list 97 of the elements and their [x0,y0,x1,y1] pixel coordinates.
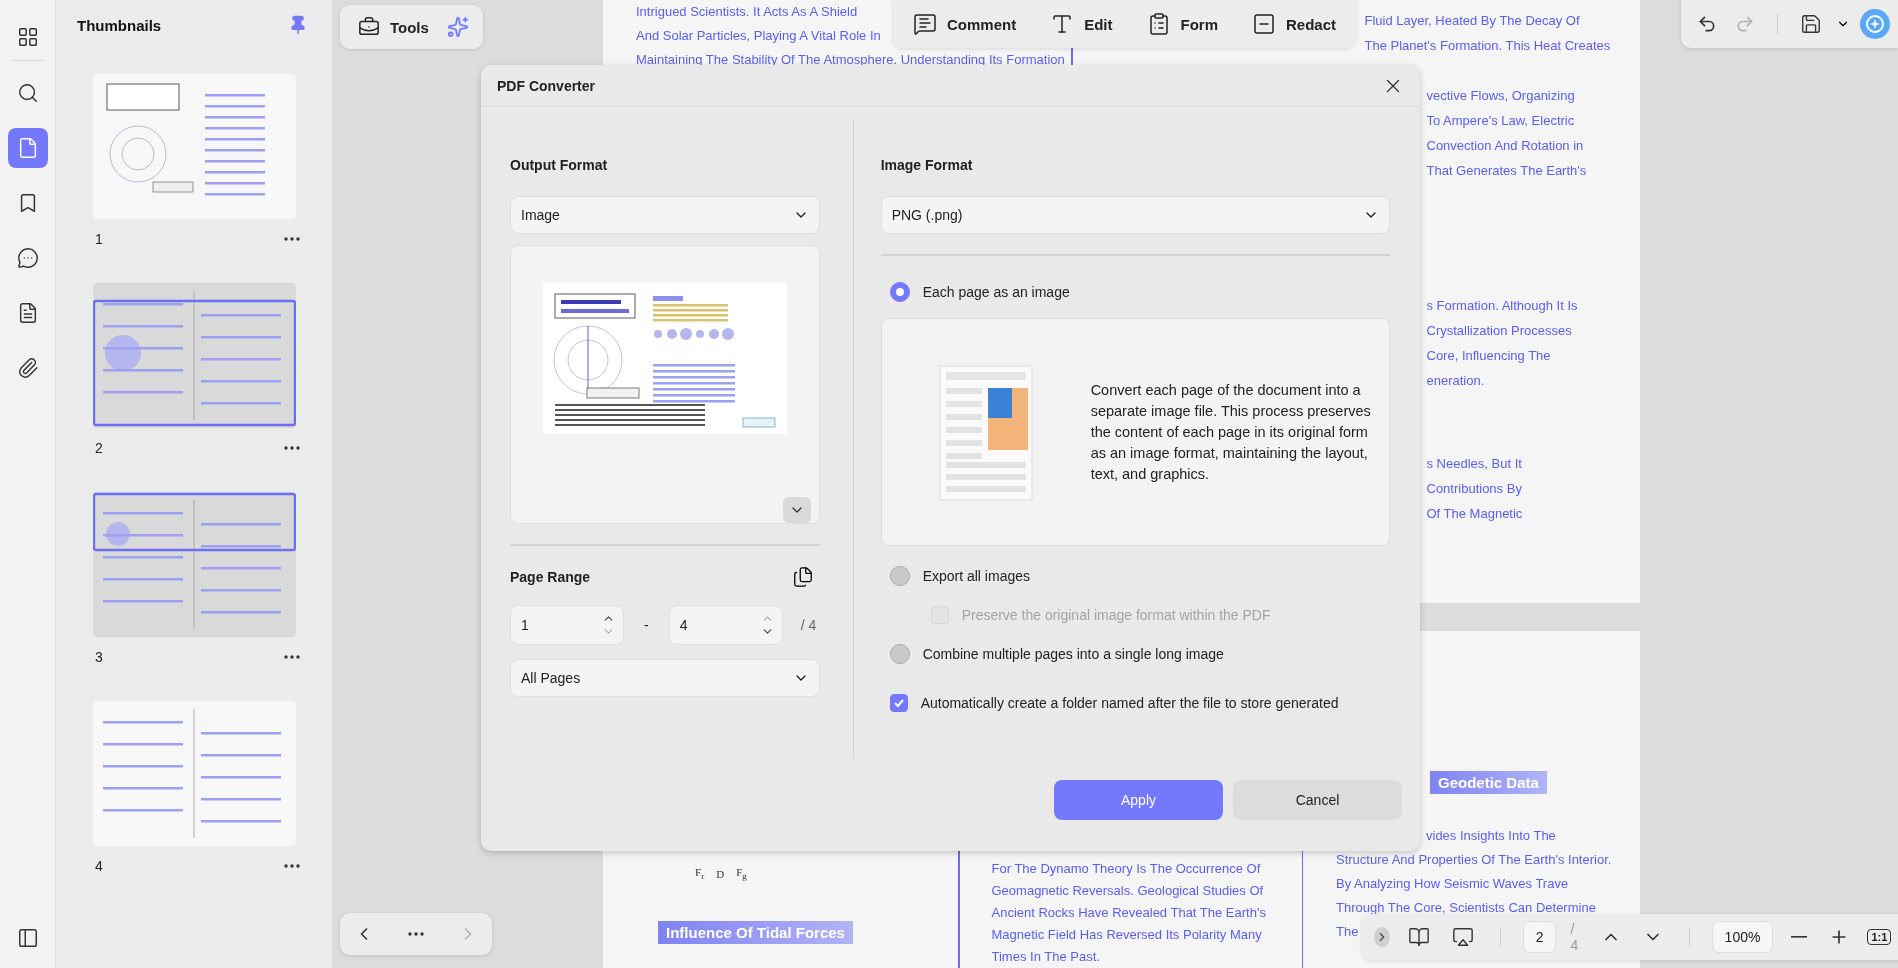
document-text: The [1336,923,1359,941]
document-text: Contributions By [1426,480,1522,498]
page-field[interactable]: 2 [1522,921,1557,953]
zoom-field[interactable]: 100% [1711,921,1774,953]
document-text: eneration. [1426,372,1485,390]
document-text: s Needles, But It [1426,455,1522,473]
option-label[interactable]: Combine multiple pages into a single long image [922,646,1224,662]
document-text: For The Dynamo Theory Is The Occurrence Of [991,860,1261,878]
page-total: / 4 [800,617,817,633]
redact-tool[interactable]: Redact [1244,6,1345,42]
output-format-select[interactable]: Image [510,196,820,234]
more-icon[interactable] [284,864,300,868]
document-text: The Planet's Formation. This Heat Creates [1364,37,1611,55]
page-number: 3 [95,649,103,665]
expand-preview-button[interactable] [782,497,811,523]
section-label: Output Format [510,156,609,175]
page-range-select[interactable]: All Pages [510,659,820,697]
book-icon [1407,926,1430,948]
form-tool[interactable]: Form [1138,6,1226,42]
page-to-field[interactable]: 4 [668,605,783,645]
more-icon [408,932,424,936]
image-format-select[interactable]: PNG (.png) [880,196,1390,234]
page-thumbnail[interactable] [93,283,296,428]
document-text: s Formation. Although It Is [1426,297,1578,315]
comment-icon [16,247,39,269]
pin-icon[interactable] [288,15,308,35]
document-text: Magnetic Field Has Reversed Its Polarity Many [991,926,1262,944]
document-text: Intrigued Scientists. It Acts As A Shield [636,3,858,21]
document-text: Crystallization Processes [1426,322,1572,340]
document-text: Ancient Rocks Have Revealed That The Earth's [991,904,1266,922]
edit-tool[interactable]: Edit [1042,6,1121,42]
panel-title: Thumbnails [77,16,162,34]
document-text: And Solar Particles, Playing A Vital Role In [636,27,881,45]
document-text: vides Insights Into The [1426,827,1556,845]
search-icon [16,82,39,104]
dialog-title: PDF Converter [497,77,596,94]
redo-icon [1735,14,1755,34]
page-thumbnail[interactable] [93,74,296,219]
sparkle-icon [446,16,469,38]
radio-button[interactable] [889,566,910,586]
document-text: By Analyzing How Seismic Waves Trave [1336,875,1569,893]
more-icon[interactable] [284,446,300,450]
option-label[interactable]: Automatically create a folder named after the file to store generated [920,695,1339,711]
range-separator: - [644,617,649,633]
page-thumbnail[interactable] [93,701,296,846]
document-text: Convection And Rotation in [1426,137,1584,155]
redact-icon [1252,12,1276,36]
document-text: Maintaining The Stability Of The Atmosphere. Understanding Its Formation [636,51,1065,69]
save-icon [1800,13,1822,35]
screen-icon [1451,926,1474,948]
document-text: Core, Influencing The [1426,347,1551,365]
document-text: Fluid Layer, Heated By The Decay Of [1364,12,1580,30]
more-icon[interactable] [284,655,300,659]
grid-icon [16,26,39,48]
section-label: Image Format [880,156,974,175]
undo-icon [1697,14,1717,34]
comment-tool[interactable]: Comment [905,6,1025,42]
document-text: Structure And Properties Of The Earth's Interior. [1336,851,1612,869]
sidebar-icon [16,927,39,949]
page-number: 2 [95,440,103,456]
document-text: That Generates The Earth's [1426,162,1587,180]
paperclip-icon [16,357,39,379]
section-heading: Geodetic Data [1430,771,1547,794]
section-label: Page Range [510,568,591,587]
tools-button[interactable]: Tools [350,10,437,44]
apply-button[interactable]: Apply [1054,780,1223,820]
radio-button[interactable] [889,644,910,664]
document-text: Through The Core, Scientists Can Determine [1336,899,1596,917]
document-text: Of The Magnetic [1426,505,1523,523]
page-total: / 4 [1570,921,1580,953]
option-label[interactable]: Each page as an image [922,284,1070,300]
toolbox-icon [358,16,380,38]
diagram-label: D [716,867,725,880]
document-text: vective Flows, Organizing [1426,87,1575,105]
check-icon [892,697,905,709]
checkbox[interactable] [889,694,908,712]
page-thumbnail[interactable] [93,492,296,637]
page-number: 1 [95,231,103,247]
expand-button[interactable] [1374,927,1390,947]
cancel-button[interactable]: Cancel [1233,780,1402,820]
diagram-label: F$_{g}$ [736,866,747,882]
option-label[interactable]: Export all images [922,568,1030,584]
document-text: To Ampere's Law, Electric [1426,112,1575,130]
document-text: Times In The Past. [991,948,1100,966]
page-number: 4 [95,858,103,874]
page-from-field[interactable]: 1 [510,605,624,645]
minus-icon [1791,936,1808,938]
description-text: Convert each page of the document into a separate image file. This process preserves the content of each page in its original form as an image format, maintaining the layout, text, and graphics. [1090,380,1372,484]
documents-icon[interactable] [791,566,814,588]
more-icon[interactable] [284,237,300,241]
diagram-label: F$_{r}$ [695,866,705,882]
document-text: Geomagnetic Reversals. Geological Studies Of [991,882,1264,900]
section-heading: Influence Of Tidal Forces [658,921,853,945]
actual-size-button[interactable]: 1:1 [1867,929,1892,945]
page-button[interactable] [7,128,48,168]
radio-button[interactable] [889,282,910,302]
comment-icon [913,12,937,36]
